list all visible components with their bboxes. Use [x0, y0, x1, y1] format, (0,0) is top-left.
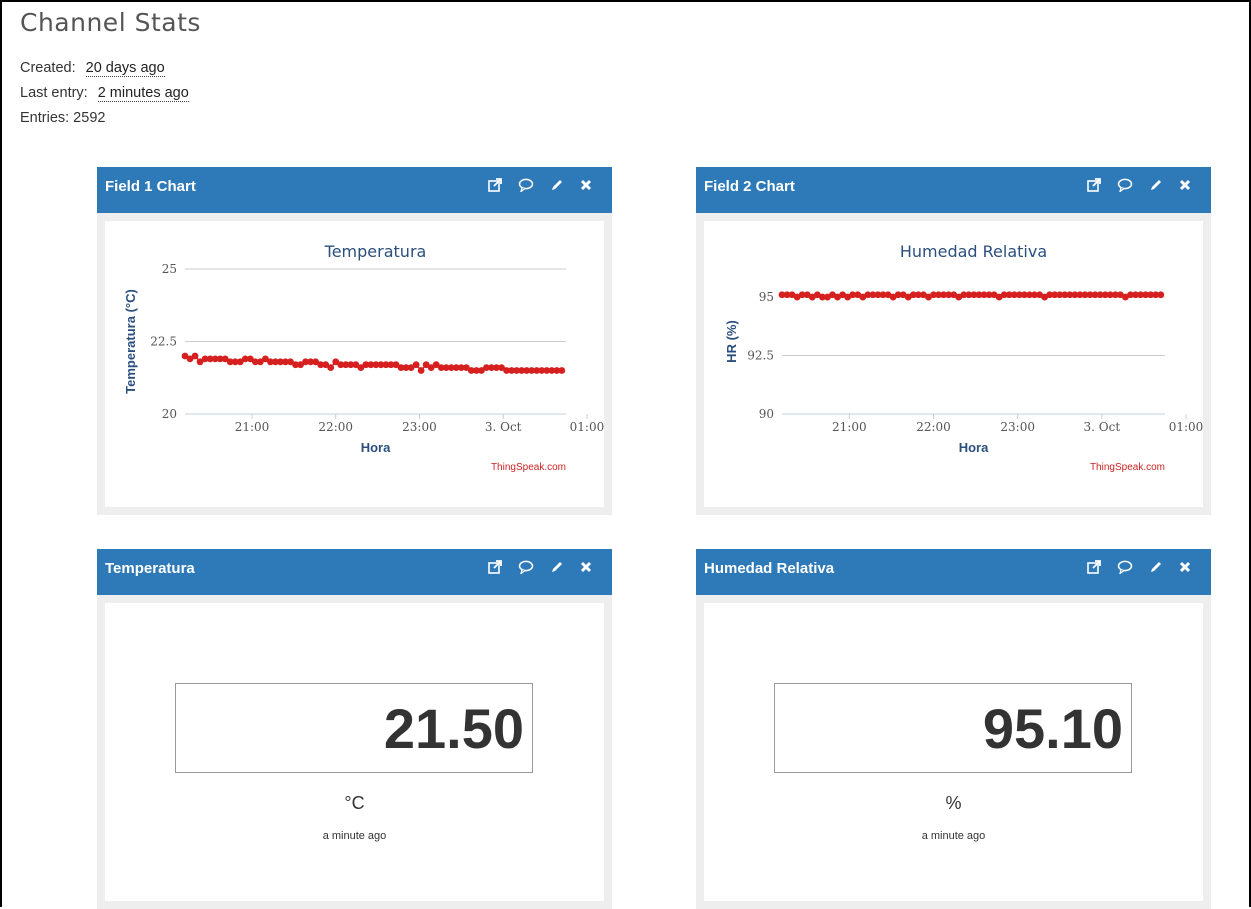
widget-header: Field 2 Chart: [696, 167, 1211, 213]
y-tick-label: 25: [162, 262, 177, 276]
display-unit: %: [945, 793, 962, 813]
x-tick-label: 01:00: [1169, 420, 1203, 434]
numeric-display-area: 95.10 % a minute ago: [704, 603, 1203, 901]
pencil-icon[interactable]: [550, 560, 564, 574]
temperature-display-widget: Temperatura 21.50 °C a minute ago: [97, 549, 612, 909]
created-row: Created: 20 days ago: [20, 56, 189, 81]
comment-icon[interactable]: [518, 178, 534, 192]
display-value: 95.10: [982, 697, 1123, 760]
y-tick-label: 22.5: [150, 335, 177, 349]
widget-actions: [488, 178, 592, 192]
y-tick-label: 90: [759, 407, 774, 421]
chart-title: Temperatura: [324, 242, 427, 261]
comment-icon[interactable]: [518, 560, 534, 574]
y-tick-label: 92.5: [747, 349, 774, 363]
numeric-display-area: 21.50 °C a minute ago: [105, 603, 604, 901]
humidity-chart: Humedad Relativa 90 92.5 95 21:00 22:00 23:00 3…: [724, 242, 1203, 473]
chart-credit: ThingSpeak.com: [491, 462, 566, 473]
last-entry-row: Last entry: 2 minutes ago: [20, 81, 189, 106]
close-icon[interactable]: [580, 561, 592, 573]
x-tick-label: 01:00: [570, 420, 604, 434]
widget-title: Humedad Relativa: [704, 560, 835, 577]
page-title: Channel Stats: [20, 8, 201, 37]
x-tick-label: 22:00: [916, 420, 951, 434]
chart-area: Temperatura 20 22.5 25 21:00 22:00 23:00 3. Oct…: [105, 221, 604, 507]
x-axis-label: Hora: [959, 440, 989, 455]
y-tick-label: 95: [759, 290, 774, 304]
external-link-icon[interactable]: [488, 178, 502, 192]
y-axis-label: Temperatura (°C): [123, 289, 138, 394]
widget-title: Temperatura: [105, 560, 195, 577]
close-icon[interactable]: [1179, 561, 1191, 573]
display-unit: °C: [344, 793, 365, 813]
data-point: [558, 367, 566, 374]
data-point: [191, 352, 199, 360]
temperature-chart: Temperatura 20 22.5 25 21:00 22:00 23:00 3. Oct…: [123, 242, 604, 473]
external-link-icon[interactable]: [1087, 560, 1101, 574]
comment-icon[interactable]: [1117, 560, 1133, 574]
chart-title: Humedad Relativa: [900, 242, 1047, 261]
last-entry-value: 2 minutes ago: [97, 85, 189, 102]
x-tick-label: 21:00: [832, 420, 867, 434]
y-axis-label: HR (%): [724, 320, 739, 363]
data-point: [412, 361, 420, 369]
widget-header: Field 1 Chart: [97, 167, 612, 213]
created-label: Created:: [20, 60, 76, 76]
close-icon[interactable]: [580, 179, 592, 191]
widget-actions: [488, 560, 592, 574]
external-link-icon[interactable]: [488, 560, 502, 574]
display-value: 21.50: [383, 697, 524, 760]
x-axis-label: Hora: [361, 440, 391, 455]
x-tick-label: 23:00: [402, 420, 437, 434]
value-display: 21.50: [175, 683, 533, 773]
widget-header: Temperatura: [97, 549, 612, 595]
widget-actions: [1087, 178, 1191, 192]
display-timestamp: a minute ago: [921, 830, 986, 842]
x-tick-label: 3. Oct: [485, 420, 522, 434]
field-1-chart-widget: Field 1 Chart Temperatura 20 22.5 25 21:00 22…: [97, 167, 612, 515]
chart-area: Humedad Relativa 90 92.5 95 21:00 22:00 23:00 3…: [704, 221, 1203, 507]
humidity-display-widget: Humedad Relativa 95.10 % a minute ago: [696, 549, 1211, 909]
data-point: [417, 367, 425, 374]
data-point: [1157, 291, 1165, 299]
y-tick-label: 20: [162, 407, 177, 421]
widget-actions: [1087, 560, 1191, 574]
widget-header: Humedad Relativa: [696, 549, 1211, 595]
external-link-icon[interactable]: [1087, 178, 1101, 192]
field-2-chart-widget: Field 2 Chart Humedad Relativa 90 92.5 95 21…: [696, 167, 1211, 515]
data-point: [327, 364, 335, 371]
widget-title: Field 2 Chart: [704, 178, 795, 195]
entries-count: Entries: 2592: [20, 110, 106, 126]
x-tick-label: 21:00: [235, 420, 270, 434]
channel-stats: Created: 20 days ago Last entry: 2 minutes…: [20, 56, 189, 131]
pencil-icon[interactable]: [1149, 560, 1163, 574]
widget-title: Field 1 Chart: [105, 178, 196, 195]
x-tick-label: 3. Oct: [1084, 420, 1121, 434]
pencil-icon[interactable]: [1149, 178, 1163, 192]
x-tick-label: 22:00: [318, 420, 353, 434]
display-timestamp: a minute ago: [322, 830, 387, 842]
comment-icon[interactable]: [1117, 178, 1133, 192]
x-tick-label: 23:00: [1000, 420, 1035, 434]
close-icon[interactable]: [1179, 179, 1191, 191]
pencil-icon[interactable]: [550, 178, 564, 192]
value-display: 95.10: [774, 683, 1132, 773]
last-entry-label: Last entry:: [20, 85, 88, 101]
chart-credit: ThingSpeak.com: [1090, 462, 1165, 473]
created-value: 20 days ago: [85, 60, 165, 77]
